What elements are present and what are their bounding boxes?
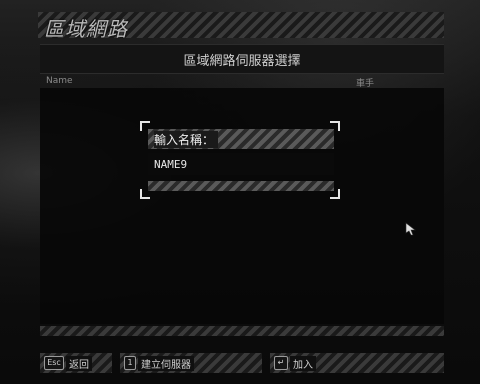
header-title: 區域網路伺服器選擇	[183, 54, 301, 69]
header-band: 區域網路伺服器選擇	[40, 44, 444, 74]
page-title: 區域網路	[44, 17, 128, 41]
join-button[interactable]: ↵ 加入	[270, 353, 444, 373]
join-label: 加入	[290, 356, 316, 371]
back-button[interactable]: Esc 返回	[40, 353, 112, 373]
enter-key-icon: ↵	[274, 356, 288, 370]
mouse-cursor-icon	[405, 222, 416, 236]
column-header-name: Name	[46, 76, 73, 86]
name-input[interactable]: NAME9	[154, 158, 187, 171]
esc-key-icon: Esc	[44, 356, 64, 370]
list-bottom-divider	[40, 326, 444, 336]
key-1-icon: 1	[124, 356, 136, 370]
dialog-prompt: 輸入名稱：	[154, 131, 219, 148]
back-label: 返回	[66, 356, 92, 371]
create-server-label: 建立伺服器	[138, 356, 194, 371]
dialog-bottom-bar	[148, 181, 334, 191]
name-input-dialog: 輸入名稱： NAME9	[140, 121, 340, 199]
title-bar: 區域網路	[38, 12, 444, 41]
create-server-button[interactable]: 1 建立伺服器	[120, 353, 262, 373]
